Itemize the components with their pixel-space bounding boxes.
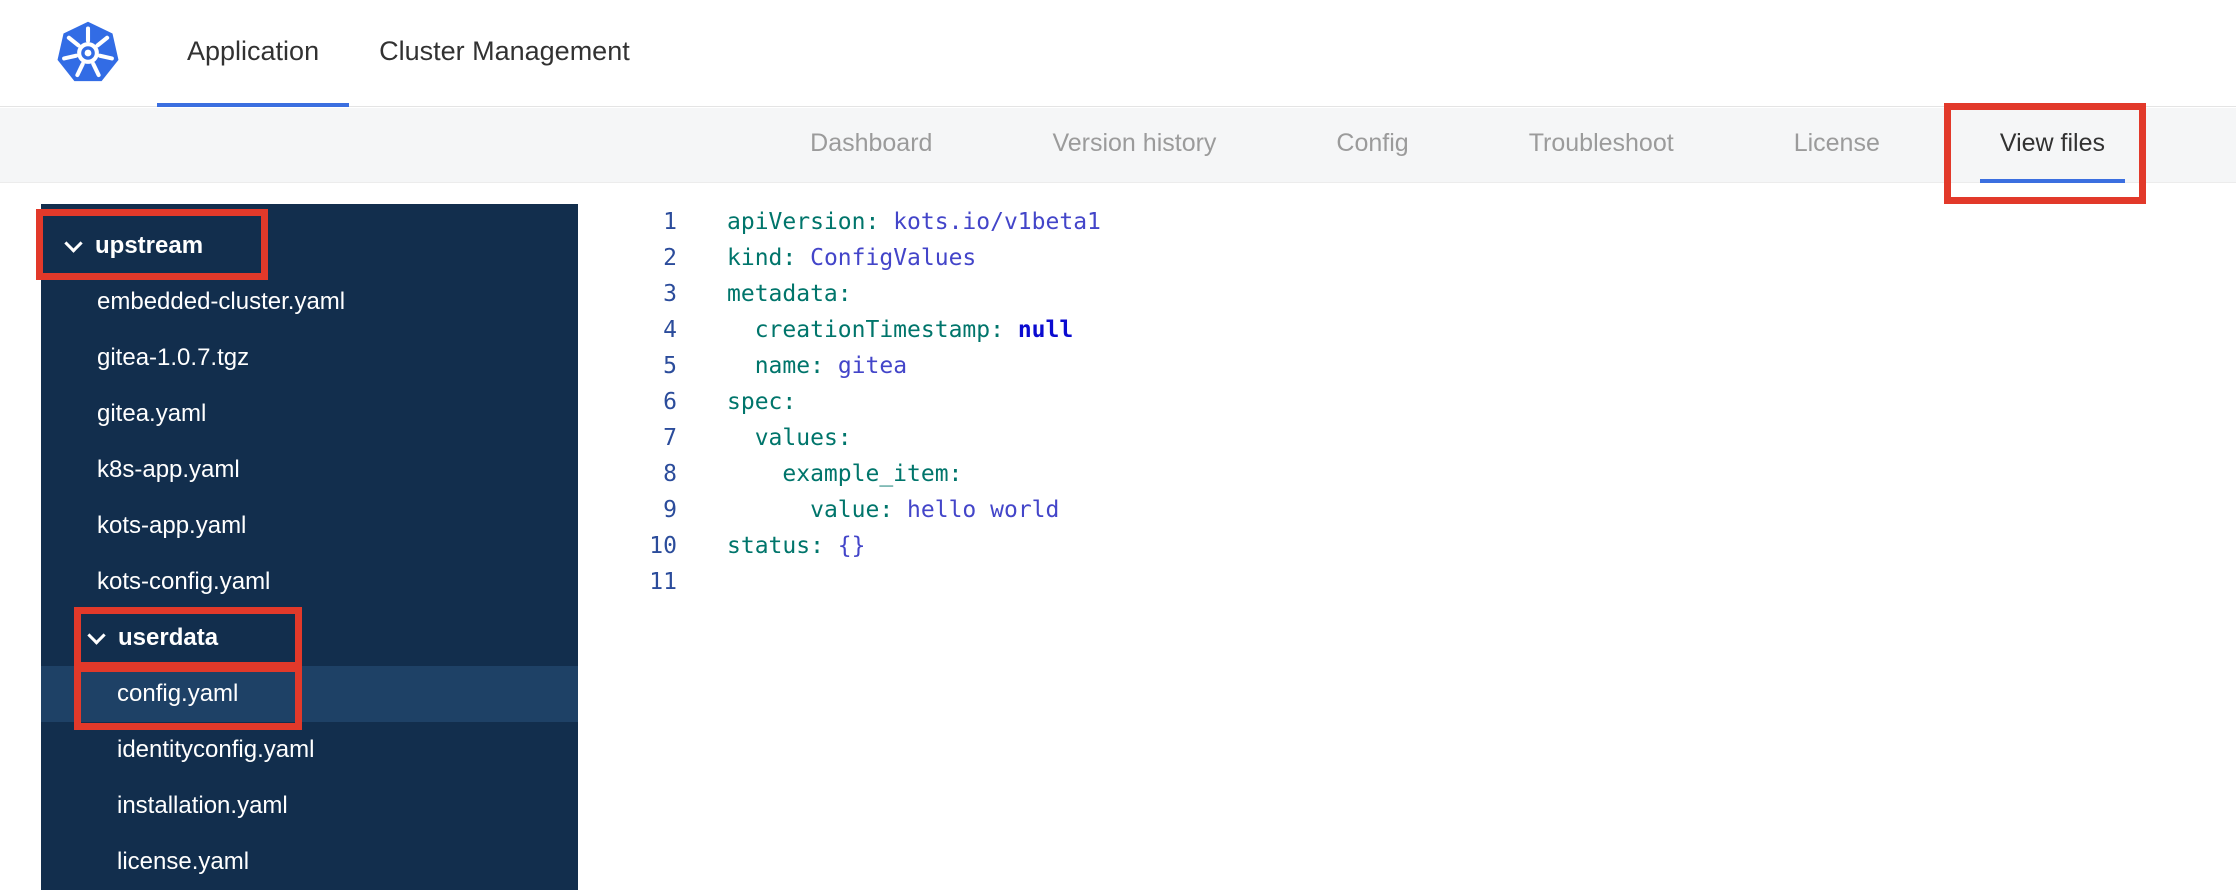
code-line: example_item: [727, 456, 1101, 492]
code-token-key: spec: [727, 389, 797, 415]
tree-item-label: gitea-1.0.7.tgz [97, 344, 250, 371]
subnav-tab-license[interactable]: License [1774, 108, 1900, 183]
code-token-value: kots.io/v1beta1 [893, 209, 1101, 235]
code-token-null: null [1017, 317, 1074, 343]
subnav-tab-dashboard[interactable]: Dashboard [790, 108, 952, 183]
chevron-down-icon [87, 625, 106, 645]
code-line: value: hello world [727, 492, 1101, 528]
code-token-key: name: [754, 353, 824, 379]
code-line: apiVersion: kots.io/v1beta1 [727, 204, 1101, 240]
tree-item-label: kots-config.yaml [97, 568, 271, 595]
tree-item-label: installation.yaml [117, 792, 288, 819]
tree-item-label: license.yaml [117, 848, 250, 875]
code-token-value: gitea [837, 353, 908, 379]
app-subnav: Dashboard Version history Config Troublesho… [0, 108, 2236, 183]
kubernetes-logo[interactable] [54, 19, 122, 87]
top-tab-application[interactable]: Application [157, 0, 350, 107]
tree-file-gitea-yaml[interactable]: gitea.yaml [41, 386, 578, 442]
code-line: status: {} [727, 528, 1101, 564]
code-line: name: gitea [727, 348, 1101, 384]
line-number: 11 [649, 569, 677, 595]
line-number: 6 [663, 389, 677, 415]
code-line: creationTimestamp: null [727, 312, 1101, 348]
tree-file-installation-yaml[interactable]: installation.yaml [41, 778, 578, 834]
editor-content: apiVersion: kots.io/v1beta1 kind: ConfigV… [677, 204, 1101, 890]
tree-file-kots-app-yaml[interactable]: kots-app.yaml [41, 498, 578, 554]
line-number: 3 [663, 281, 677, 307]
line-number: 4 [663, 317, 677, 343]
top-nav: Application Cluster Management [157, 0, 660, 107]
code-line: metadata: [727, 276, 1101, 312]
tree-item-label: gitea.yaml [97, 400, 207, 427]
code-token-key: metadata: [727, 281, 852, 307]
code-token-value: hello world [907, 497, 1060, 523]
line-number: 2 [663, 245, 677, 271]
subnav-tab-version-history[interactable]: Version history [1032, 108, 1236, 183]
code-line: spec: [727, 384, 1101, 420]
line-number: 9 [663, 497, 677, 523]
tree-item-label: kots-app.yaml [97, 512, 247, 539]
top-header: Application Cluster Management [0, 0, 2236, 107]
tree-folder-upstream[interactable]: upstream [41, 218, 578, 274]
tree-item-label: embedded-cluster.yaml [97, 288, 346, 315]
line-number: 7 [663, 425, 677, 451]
tree-file-k8s-app-yaml[interactable]: k8s-app.yaml [41, 442, 578, 498]
file-tree-sidebar: upstream embedded-cluster.yaml gitea-1.0.7… [41, 204, 578, 890]
line-number: 1 [663, 209, 677, 235]
code-token-key: creationTimestamp: [754, 317, 1004, 343]
kubernetes-helm-icon [57, 21, 119, 82]
code-token-key: example_item: [782, 461, 963, 487]
code-token-key: values: [754, 425, 852, 451]
tree-folder-userdata[interactable]: userdata [41, 610, 578, 666]
tree-item-label: config.yaml [117, 680, 239, 707]
subnav-tab-view-files[interactable]: View files [1979, 108, 2125, 183]
tree-item-label: upstream [95, 232, 204, 259]
subnav-tab-config[interactable]: Config [1316, 108, 1428, 183]
tree-item-label: identityconfig.yaml [117, 736, 315, 763]
code-token-key: apiVersion: [727, 209, 880, 235]
editor-gutter: 1 2 3 4 5 6 7 8 9 10 11 [578, 204, 677, 890]
tree-file-kots-config-yaml[interactable]: kots-config.yaml [41, 554, 578, 610]
code-token-value: ConfigValues [810, 245, 977, 271]
code-line: kind: ConfigValues [727, 240, 1101, 276]
code-token-value: {} [837, 533, 866, 559]
chevron-down-icon [64, 233, 83, 253]
kots-admin-console: Application Cluster Management Dashboard V… [0, 0, 2236, 890]
tree-item-label: k8s-app.yaml [97, 456, 240, 483]
tree-item-label: userdata [118, 624, 219, 651]
code-token-key: kind: [727, 245, 797, 271]
tree-file-license-yaml[interactable]: license.yaml [41, 834, 578, 890]
top-tab-cluster-management[interactable]: Cluster Management [349, 0, 660, 107]
code-line: values: [727, 420, 1101, 456]
subnav-tab-troubleshoot[interactable]: Troubleshoot [1509, 108, 1694, 183]
code-editor[interactable]: 1 2 3 4 5 6 7 8 9 10 11 apiVersion: kots.io/v1beta… [578, 204, 2236, 890]
line-number: 8 [663, 461, 677, 487]
code-token-key: value: [810, 497, 894, 523]
tree-file-config-yaml[interactable]: config.yaml [41, 666, 578, 722]
code-token-key: status: [727, 533, 824, 559]
tree-file-embedded-cluster-yaml[interactable]: embedded-cluster.yaml [41, 274, 578, 330]
tree-file-gitea-1-0-7-tgz[interactable]: gitea-1.0.7.tgz [41, 330, 578, 386]
line-number: 10 [649, 533, 677, 559]
tree-file-identityconfig-yaml[interactable]: identityconfig.yaml [41, 722, 578, 778]
line-number: 5 [663, 353, 677, 379]
